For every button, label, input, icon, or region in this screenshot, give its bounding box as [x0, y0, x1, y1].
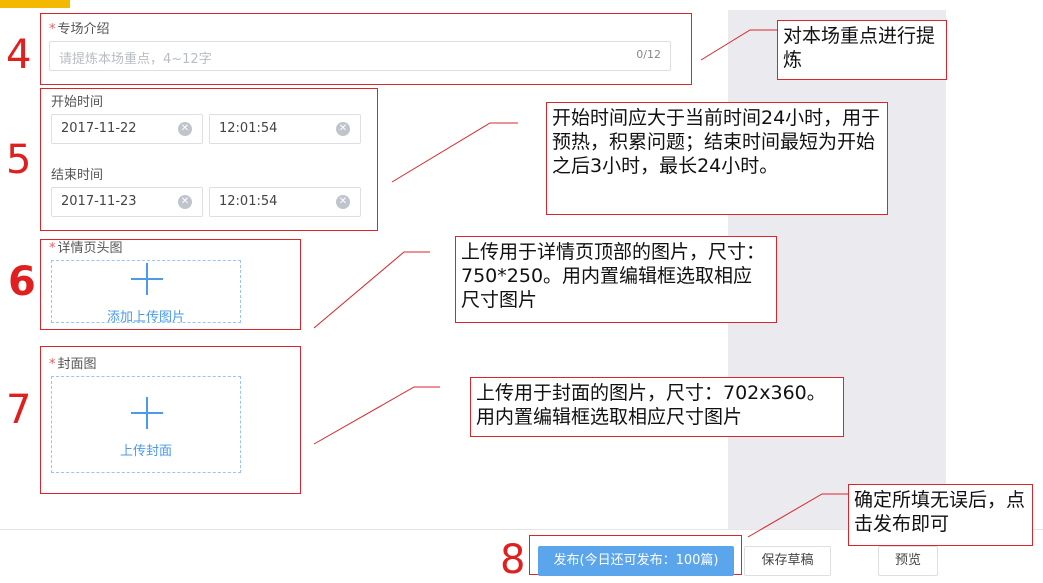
end-time-field[interactable]: 12:01:54 ✕ — [209, 187, 361, 217]
intro-label: * 专场介绍 — [49, 22, 110, 37]
cover-upload-text: 上传封面 — [119, 444, 172, 459]
save-draft-button[interactable]: 保存草稿 — [744, 546, 831, 576]
step-number-5: 5 — [6, 137, 32, 183]
connector-7 — [313, 386, 440, 445]
cover-upload[interactable]: 上传封面 — [51, 376, 241, 473]
connector-4 — [700, 29, 777, 61]
required-mark: * — [49, 357, 56, 372]
start-time-field[interactable]: 12:01:54 ✕ — [209, 114, 361, 144]
end-time-value: 12:01:54 — [219, 194, 278, 209]
annotation-note-6: 上传用于详情页顶部的图片，尺寸：750*250。用内置编辑框选取相应尺寸图片 — [455, 236, 777, 323]
intro-input[interactable]: 请提炼本场重点，4~12字 0/12 — [49, 41, 671, 71]
step-number-8: 8 — [500, 537, 526, 583]
preview-button[interactable]: 预览 — [878, 546, 938, 576]
clear-icon[interactable]: ✕ — [336, 122, 350, 136]
step-number-6: 6 — [8, 259, 36, 305]
required-mark: * — [49, 241, 56, 256]
step-number-7: 7 — [6, 387, 32, 433]
publish-button[interactable]: 发布(今日还可发布：100篇) — [538, 546, 734, 576]
end-time-label: 结束时间 — [51, 168, 104, 183]
end-date-value: 2017-11-23 — [61, 194, 137, 209]
clear-icon[interactable]: ✕ — [336, 195, 350, 209]
cover-label: * 封面图 — [49, 357, 97, 372]
connector-6 — [313, 251, 430, 329]
detail-header-label: * 详情页头图 — [49, 241, 123, 256]
detail-header-upload-text: 添加上传图片 — [106, 310, 185, 325]
plus-icon — [131, 397, 163, 429]
clear-icon[interactable]: ✕ — [178, 195, 192, 209]
connector-5 — [391, 122, 518, 183]
detail-header-upload[interactable]: 添加上传图片 — [51, 260, 241, 325]
step-number-4: 4 — [6, 32, 32, 78]
start-time-label: 开始时间 — [51, 95, 104, 110]
start-date-field[interactable]: 2017-11-22 ✕ — [51, 114, 203, 144]
annotation-note-4: 对本场重点进行提炼 — [777, 20, 947, 80]
start-date-value: 2017-11-22 — [61, 121, 137, 136]
annotation-note-8: 确定所填无误后，点击发布即可 — [848, 484, 1033, 546]
clear-icon[interactable]: ✕ — [178, 122, 192, 136]
intro-placeholder: 请提炼本场重点，4~12字 — [59, 52, 212, 67]
required-mark: * — [49, 22, 56, 37]
intro-char-counter: 0/12 — [636, 48, 661, 61]
start-time-value: 12:01:54 — [219, 121, 278, 136]
plus-icon — [131, 263, 163, 295]
connector-8 — [747, 493, 848, 538]
end-date-field[interactable]: 2017-11-23 ✕ — [51, 187, 203, 217]
annotation-note-7: 上传用于封面的图片，尺寸：702x360。用内置编辑框选取相应尺寸图片 — [470, 377, 844, 437]
annotation-note-5: 开始时间应大于当前时间24小时，用于预热，积累问题；结束时间最短为开始之后3小时… — [546, 102, 888, 215]
